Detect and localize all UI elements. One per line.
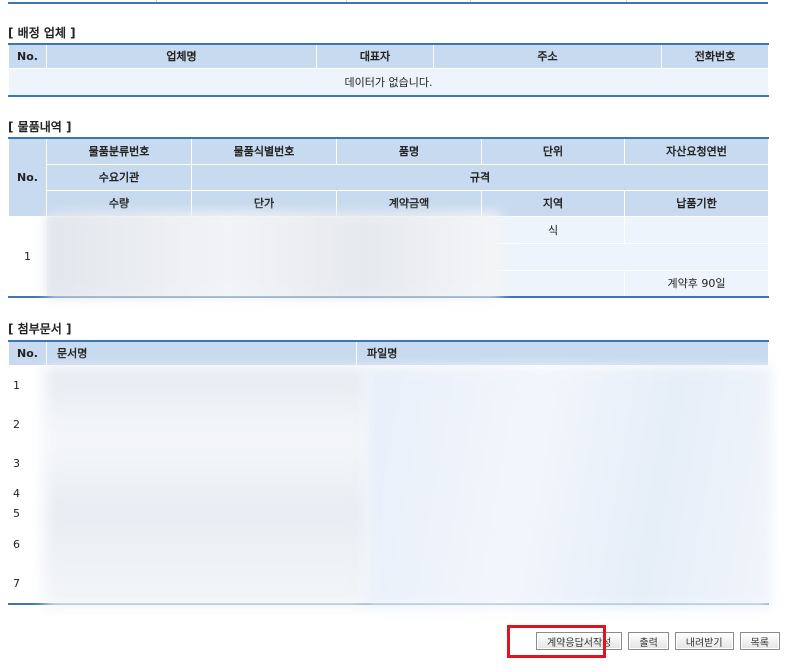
print-button[interactable]: 출력 <box>628 632 669 650</box>
items-row-no: 1 <box>8 215 47 298</box>
attachments-header-doc-name: 문서명 <box>46 340 357 366</box>
top-divider <box>8 0 768 4</box>
action-button-row: 계약응답서작성 출력 내려받기 목록 <box>535 632 780 650</box>
items-header-no: No. <box>8 137 47 217</box>
items-header-spec: 규격 <box>191 163 769 191</box>
vendors-header-address: 주소 <box>433 43 662 69</box>
items-row-deadline: 계약후 90일 <box>624 269 769 298</box>
vendors-header-phone: 전화번호 <box>661 43 769 69</box>
vendors-empty-message: 데이터가 없습니다. <box>8 67 769 97</box>
attachment-row-no: 7 <box>8 563 47 605</box>
attachment-row-no: 4 <box>8 482 47 504</box>
attachment-row-no: 5 <box>8 502 47 525</box>
items-header-region: 지역 <box>481 189 625 217</box>
vendors-table: No. 업체명 대표자 주소 전화번호 데이터가 없습니다. <box>8 43 769 97</box>
redacted-file-names <box>366 366 772 608</box>
vendors-header-no: No. <box>8 43 47 69</box>
items-section-title: [ 물품내역 ] <box>8 120 72 134</box>
items-header-asset-seq: 자산요청연번 <box>624 137 769 165</box>
items-header-id-no: 물품식별번호 <box>191 137 337 165</box>
attachment-row-no: 2 <box>8 404 47 444</box>
list-button[interactable]: 목록 <box>739 632 780 650</box>
attachments-header-no: No. <box>8 340 47 366</box>
vendors-section-title: [ 배정 업체 ] <box>8 26 76 40</box>
attachment-row-no: 6 <box>8 523 47 565</box>
vendors-header-name: 업체명 <box>46 43 317 69</box>
items-header-agency: 수요기관 <box>46 163 192 191</box>
items-header-product-name: 품명 <box>336 137 482 165</box>
attachment-row-no: 1 <box>8 364 47 406</box>
attachments-header-file-name: 파일명 <box>356 340 769 366</box>
items-header-class-no: 물품분류번호 <box>46 137 192 165</box>
download-button[interactable]: 내려받기 <box>674 632 734 650</box>
items-header-unit: 단위 <box>481 137 625 165</box>
items-row-unit: 식 <box>481 215 625 244</box>
vendors-header-ceo: 대표자 <box>316 43 434 69</box>
items-header-deadline: 납품기한 <box>624 189 769 217</box>
attachments-section-title: [ 첨부문서 ] <box>8 322 72 336</box>
redacted-item-details <box>46 212 501 298</box>
attachment-row-no: 3 <box>8 442 47 484</box>
redacted-document-names <box>44 366 368 608</box>
write-response-button[interactable]: 계약응답서작성 <box>535 632 623 650</box>
